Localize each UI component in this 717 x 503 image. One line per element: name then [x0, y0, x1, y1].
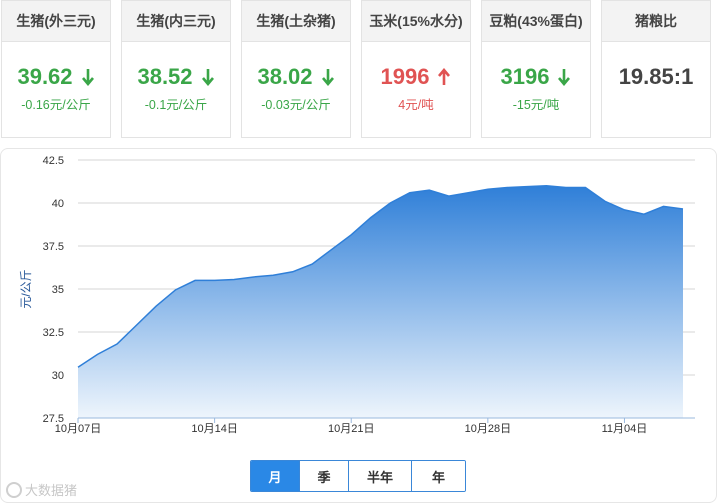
x-tick-label: 10月21日 [328, 423, 374, 435]
card-title: 生猪(内三元) [122, 1, 230, 42]
card-value-row: 3196 [482, 62, 590, 92]
x-tick-label: 10月14日 [191, 423, 237, 435]
card-change: 4元/吨 [398, 98, 434, 112]
y-tick-label: 40 [52, 198, 64, 210]
price-card[interactable]: 猪粮比 19.85:1 [601, 0, 711, 138]
price-card[interactable]: 玉米(15%水分) 1996 4元/吨 [361, 0, 471, 138]
price-area [78, 185, 683, 418]
card-value-row: 19.85:1 [602, 62, 710, 92]
card-value-row: 38.52 [122, 62, 230, 92]
y-tick-label: 37.5 [43, 241, 64, 253]
tab-month[interactable]: 月 [251, 461, 300, 491]
card-title: 豆粕(43%蛋白) [482, 1, 590, 42]
card-title: 玉米(15%水分) [362, 1, 470, 42]
logo-icon [6, 481, 22, 498]
y-tick-label: 30 [52, 370, 64, 382]
card-title: 生猪(土杂猪) [242, 1, 350, 42]
card-value-row: 1996 [362, 62, 470, 92]
range-tab-group: 月 季 半年 年 [250, 460, 466, 492]
card-change: -15元/吨 [512, 98, 560, 112]
card-change: -0.03元/公斤 [261, 98, 331, 112]
tab-quarter[interactable]: 季 [300, 461, 349, 491]
price-card[interactable]: 生猪(内三元) 38.52 -0.1元/公斤 [121, 0, 231, 138]
card-value: 39.62 [17, 64, 73, 89]
price-card[interactable]: 生猪(土杂猪) 38.02 -0.03元/公斤 [241, 0, 351, 138]
card-value: 38.02 [257, 64, 313, 89]
watermark: 大数据猪 [6, 480, 77, 499]
card-title: 猪粮比 [602, 1, 710, 42]
card-value: 38.52 [137, 64, 193, 89]
y-tick-label: 35 [52, 284, 64, 296]
watermark-text: 大数据猪 [25, 483, 78, 498]
arrow-up-icon [438, 68, 451, 85]
price-card[interactable]: 豆粕(43%蛋白) 3196 -15元/吨 [481, 0, 591, 138]
arrow-down-icon [558, 69, 571, 86]
x-tick-label: 11月04日 [602, 423, 648, 435]
price-cards: 生猪(外三元) 39.62 -0.16元/公斤 生猪(内三元) 38.52 -0… [0, 0, 717, 140]
price-card[interactable]: 生猪(外三元) 39.62 -0.16元/公斤 [1, 0, 111, 138]
tab-year[interactable]: 年 [412, 461, 465, 491]
tab-half-year[interactable]: 半年 [349, 461, 412, 491]
card-change: -0.1元/公斤 [144, 98, 208, 112]
y-tick-label: 42.5 [43, 155, 64, 167]
card-value-row: 39.62 [2, 62, 110, 92]
x-tick-label: 10月07日 [55, 423, 101, 435]
y-axis-label: 元/公斤 [19, 269, 33, 308]
arrow-down-icon [201, 69, 214, 86]
card-value-row: 38.02 [242, 62, 350, 92]
arrow-down-icon [81, 69, 94, 86]
card-value: 3196 [500, 64, 550, 89]
y-tick-label: 32.5 [43, 327, 64, 339]
card-value: 19.85:1 [618, 64, 694, 89]
card-title: 生猪(外三元) [2, 1, 110, 42]
card-value: 1996 [380, 64, 430, 89]
arrow-down-icon [321, 69, 334, 86]
x-tick-label: 10月28日 [465, 423, 511, 435]
price-area-chart: 27.53032.53537.54042.510月07日 10月14日 10月21日… [19, 155, 695, 435]
price-chart-panel: 27.5 30 32.5 35 37.5 40 42.5 10月07日 10月14日 10月21日… [0, 148, 717, 503]
card-change: -0.16元/公斤 [21, 98, 91, 112]
